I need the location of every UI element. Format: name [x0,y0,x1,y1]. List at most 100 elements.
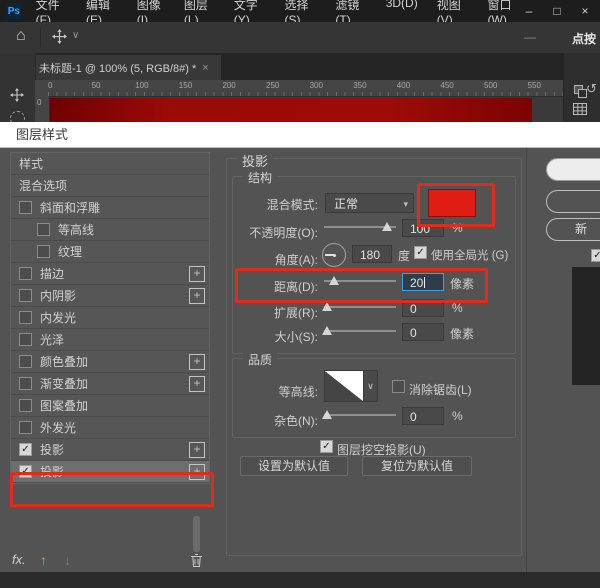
checkbox-unchecked[interactable] [19,377,32,390]
size-unit: 像素 [450,325,474,342]
opacity-label: 不透明度(O): [226,224,318,241]
checkbox-unchecked[interactable] [19,311,32,324]
preview-checkbox-partial[interactable]: ✓ [591,249,600,262]
menu-bar: Ps 文件(F)编辑(E)图像(I)图层(L)文字(Y)选择(S)滤镜(T)3D… [0,0,600,22]
checkbox-unchecked[interactable] [19,289,32,302]
ruler-tick: 100 [135,81,148,90]
checkbox-unchecked[interactable] [37,223,50,236]
checkbox-unchecked[interactable] [37,245,50,258]
style-item[interactable]: 斜面和浮雕 [11,197,209,219]
style-item[interactable]: 内阴影 + [11,285,209,307]
add-effect-icon[interactable]: + [189,266,205,282]
style-item-label: 混合选项 [19,177,67,194]
reset-default-button[interactable]: 复位为默认值 [362,456,472,476]
contour-thumbnail[interactable] [324,370,364,402]
style-item[interactable]: 纹理 [11,241,209,263]
style-item[interactable]: 混合选项 [11,175,209,197]
vertical-ruler: 0 [35,96,50,122]
style-item-label: 图案叠加 [40,397,88,414]
spread-unit: % [452,301,463,315]
style-item[interactable]: 图案叠加 [11,395,209,417]
list-scrollbar[interactable] [193,516,200,552]
move-tool-icon[interactable] [10,88,24,105]
add-effect-icon[interactable]: + [189,442,205,458]
style-item-label: 等高线 [58,221,94,238]
checkbox-unchecked[interactable] [19,267,32,280]
style-item-label: 内阴影 [40,287,76,304]
ruler-tick: 250 [266,81,279,90]
style-item[interactable]: 外发光 [11,417,209,439]
opacity-slider[interactable] [324,220,396,234]
checkbox-unchecked[interactable] [19,421,32,434]
dialog-title[interactable]: 图层样式 [0,122,600,148]
checkbox-unchecked[interactable] [19,355,32,368]
minimize-button[interactable]: – [522,4,536,18]
checkbox-unchecked[interactable] [19,333,32,346]
options-hint-text: 点按 [572,30,596,47]
antialias-checkbox[interactable] [392,380,405,393]
style-item[interactable]: ✓投影+ [11,439,209,461]
ruler-tick: 0 [48,81,52,90]
right-panel-strip: ↺ [563,53,600,122]
photoshop-window: Ps 文件(F)编辑(E)图像(I)图层(L)文字(Y)选择(S)滤镜(T)3D… [0,0,600,588]
style-item[interactable]: 内发光 [11,307,209,329]
move-effect-down-icon[interactable]: ↓ [64,552,71,568]
effects-footer: fx. ↑ ↓ [12,552,208,570]
style-item-label: 渐变叠加 [40,375,88,392]
global-light-checkbox[interactable]: ✓ [414,246,427,259]
document-tab-bar: » 未标题-1 @ 100% (5, RGB/8#) * × « [0,53,600,80]
style-item-label: 内发光 [40,309,76,326]
delete-effect-icon[interactable] [190,553,203,571]
fx-icon[interactable]: fx. [12,552,26,567]
shadow-color-swatch[interactable] [428,189,476,217]
move-tool-icon[interactable] [52,29,67,47]
document-tab[interactable]: 未标题-1 @ 100% (5, RGB/8#) * × [33,55,221,80]
noise-slider[interactable] [324,408,396,422]
maximize-button[interactable]: □ [550,4,564,18]
contour-dropdown-arrow[interactable]: ∨ [364,370,378,402]
style-item-label: 斜面和浮雕 [40,199,100,216]
checkbox-unchecked[interactable] [19,399,32,412]
photoshop-logo: Ps [6,3,22,19]
history-arrow-icon[interactable]: ↺ [586,81,597,97]
style-item[interactable]: 样式 [11,153,209,175]
checkbox-unchecked[interactable] [19,201,32,214]
size-input[interactable]: 0 [402,323,444,341]
angle-dial[interactable] [322,243,346,267]
new-style-button-partial[interactable]: 新 [546,218,600,241]
chevron-down-icon[interactable]: ∨ [72,30,79,41]
size-slider[interactable] [324,324,396,338]
noise-input[interactable]: 0 [402,407,444,425]
options-divider [40,27,41,47]
home-icon[interactable]: ⌂ [16,27,26,45]
styles-list: 样式混合选项斜面和浮雕等高线纹理描边 + 内阴影 + 内发光光泽颜色叠加+ 渐变叠加 + 图案… [10,152,210,484]
set-default-button[interactable]: 设置为默认值 [240,456,348,476]
close-button[interactable]: × [578,4,592,18]
add-effect-icon[interactable]: + [189,376,205,392]
contour-label: 等高线: [226,383,318,400]
tab-close-icon[interactable]: × [202,62,208,74]
panel-history-icon[interactable] [574,85,583,94]
blend-mode-label: 混合模式: [226,196,318,213]
blend-mode-dropdown[interactable]: 正常 ▾ [325,193,414,213]
add-effect-icon[interactable]: + [189,354,205,370]
global-light-label: 使用全局光 (G) [431,247,508,263]
grid-panel-icon[interactable] [573,103,587,118]
cancel-button-partial[interactable] [546,190,600,213]
options-dash: — [524,30,536,44]
style-item[interactable]: 光泽 [11,329,209,351]
style-item[interactable]: 颜色叠加+ [11,351,209,373]
ok-button-partial[interactable] [546,158,600,181]
style-item[interactable]: 等高线 [11,219,209,241]
style-item-label: 外发光 [40,419,76,436]
structure-label: 结构 [243,169,277,186]
angle-input[interactable]: 180 [352,245,392,263]
knockout-checkbox[interactable]: ✓ [320,440,333,453]
move-effect-up-icon[interactable]: ↑ [40,552,47,568]
style-item[interactable]: 渐变叠加 + [11,373,209,395]
style-item-label: 描边 [40,265,64,282]
checkbox-checked[interactable]: ✓ [19,443,32,456]
ruler-tick: 200 [222,81,235,90]
add-effect-icon[interactable]: + [189,288,205,304]
style-item[interactable]: 描边 + [11,263,209,285]
